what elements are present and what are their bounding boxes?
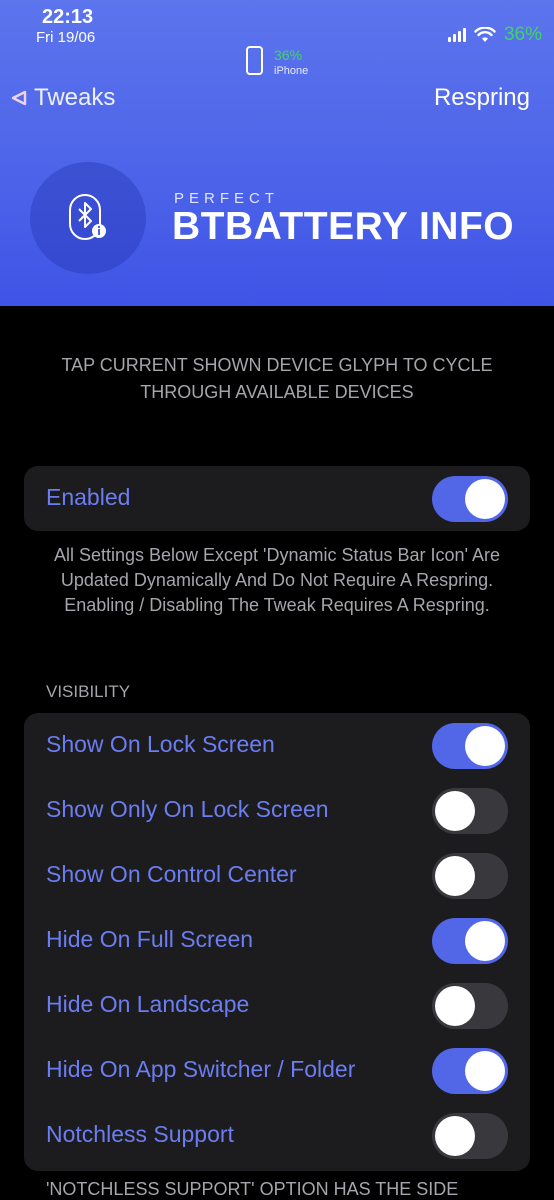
back-arrow-icon (11, 90, 27, 106)
toggle-knob (465, 1051, 505, 1091)
settings-row: Show On Lock Screen (24, 713, 530, 778)
settings-row: Hide On Full Screen (24, 908, 530, 973)
setting-label: Hide On Full Screen (46, 926, 254, 952)
hide-on-full-screen-toggle[interactable] (432, 918, 508, 964)
settings-row: Show Only On Lock Screen (24, 778, 530, 843)
device-name: iPhone (274, 65, 309, 77)
status-battery-percent: 36% (503, 24, 542, 45)
show-on-control-center-toggle[interactable] (432, 853, 508, 899)
setting-label: Show On Lock Screen (46, 731, 275, 757)
enabled-footer-note: All Settings Below Except 'Dynamic Statu… (53, 545, 501, 615)
toggle-knob (435, 856, 475, 896)
toggle-knob (465, 921, 505, 961)
header-banner: 22:13 Fri 19/06 36% 36% iPhone Tweaks Re… (0, 0, 554, 306)
hide-on-app-switcher-toggle[interactable] (432, 1048, 508, 1094)
notchless-footer-note: 'NOTCHLESS SUPPORT' OPTION HAS THE SIDE (46, 1179, 459, 1199)
device-battery-percent: 36% (274, 47, 303, 63)
setting-label: Hide On App Switcher / Folder (46, 1056, 356, 1082)
settings-row: Hide On App Switcher / Folder (24, 1038, 530, 1103)
setting-label: Show On Control Center (46, 861, 297, 887)
back-button[interactable]: Tweaks (10, 84, 115, 112)
respring-button[interactable]: Respring (434, 84, 530, 112)
setting-label: Notchless Support (46, 1121, 234, 1147)
toggle-knob (435, 791, 475, 831)
setting-label: Hide On Landscape (46, 991, 250, 1017)
show-only-on-lock-screen-toggle[interactable] (432, 788, 508, 834)
device-glyph-icon[interactable] (246, 46, 263, 75)
enabled-toggle[interactable] (432, 476, 508, 522)
cellular-signal-icon (447, 28, 466, 42)
visibility-group: Show On Lock Screen Show Only On Lock Sc… (24, 713, 530, 1171)
status-date: Fri 19/06 (36, 29, 96, 46)
toggle-knob (435, 986, 475, 1026)
status-indicators: 36% (447, 24, 542, 46)
bluetooth-battery-icon (69, 194, 106, 240)
settings-row: Show On Control Center (24, 843, 530, 908)
status-time: 22:13 (42, 6, 94, 28)
wifi-icon (474, 27, 496, 42)
tweak-logo (30, 162, 146, 274)
toggle-knob (465, 479, 505, 519)
toggle-knob (465, 726, 505, 766)
hide-on-landscape-toggle[interactable] (432, 983, 508, 1029)
settings-row: Hide On Landscape (24, 973, 530, 1038)
setting-label: Show Only On Lock Screen (46, 796, 329, 822)
notchless-support-toggle[interactable] (432, 1113, 508, 1159)
back-button-label: Tweaks (34, 84, 116, 111)
header-title: BTBATTERY INFO (172, 205, 515, 248)
enabled-row: Enabled (24, 466, 530, 531)
settings-row: Notchless Support (24, 1103, 530, 1168)
toggle-knob (435, 1116, 475, 1156)
enabled-group: Enabled (24, 466, 530, 531)
enabled-label: Enabled (46, 484, 131, 510)
show-on-lock-screen-toggle[interactable] (432, 723, 508, 769)
device-cycle-note: TAP CURRENT SHOWN DEVICE GLYPH TO CYCLE … (61, 355, 493, 402)
visibility-section-header: VISIBILITY (46, 682, 131, 701)
